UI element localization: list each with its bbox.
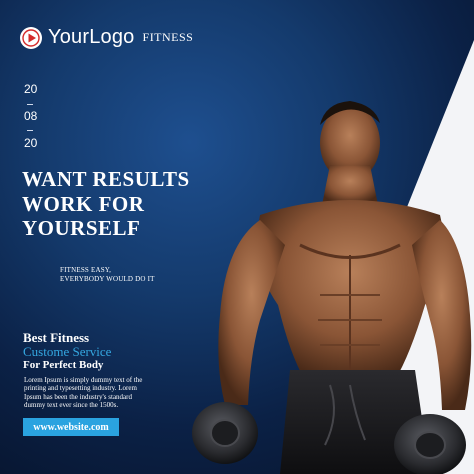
brand-logo[interactable]: YourLogo FITNESS (20, 26, 193, 49)
service-subtitle: Custome Service (23, 344, 112, 359)
tagline-line-2: EVERYBODY WOULD DO IT (60, 275, 155, 283)
date-year: 20 (24, 136, 38, 150)
headline-line-2: WORK FOR (22, 191, 145, 216)
tagline-line-1: FITNESS EASY, (60, 266, 112, 274)
date-month: 08 (24, 109, 38, 123)
service-tagline: For Perfect Body (23, 359, 104, 371)
date-day: 20 (24, 82, 38, 96)
play-icon (20, 26, 42, 49)
headline: WANT RESULTS WORK FOR YOURSELF (22, 167, 190, 241)
headline-line-3: YOURSELF (22, 216, 141, 240)
date-separator (27, 104, 33, 105)
logo-subtitle: FITNESS (142, 30, 194, 44)
body-text: Lorem Ipsum is simply dummy text of the … (24, 376, 143, 409)
athlete-image (192, 101, 472, 474)
website-button[interactable]: www.website.com (23, 418, 119, 436)
fitness-poster: YourLogo FITNESS 20 08 20 WANT RESULTS W… (0, 0, 474, 474)
date-separator (27, 130, 33, 131)
tagline: FITNESS EASY, EVERYBODY WOULD DO IT (60, 266, 155, 284)
logo-text: YourLogo (48, 26, 135, 48)
headline-line-1: WANT RESULTS (22, 167, 190, 191)
